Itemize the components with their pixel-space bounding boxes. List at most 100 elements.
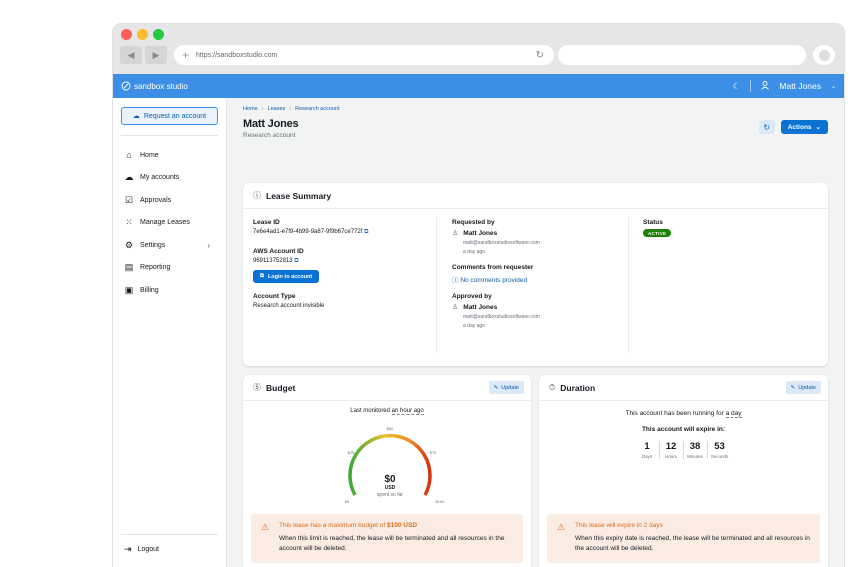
- request-account-button[interactable]: ☁ Request an account: [121, 107, 218, 125]
- login-to-account-button[interactable]: ⧉ Login to account: [253, 270, 320, 283]
- timer-days: 1 Days: [636, 441, 660, 459]
- card-title: Duration: [560, 382, 596, 393]
- breadcrumb-home[interactable]: Home: [243, 106, 258, 112]
- copy-icon[interactable]: ⧉: [294, 258, 298, 264]
- comments-label: Comments from requester: [452, 264, 534, 271]
- budget-warning-title: This lease has a maximum budget of $100 …: [279, 522, 513, 529]
- requested-by-label: Requested by: [452, 219, 495, 226]
- new-tab-icon[interactable]: +: [182, 48, 189, 62]
- aws-account-text: 969113752813: [253, 258, 293, 264]
- url-bar[interactable]: + https://sandboxstudio.com ↻: [174, 45, 554, 65]
- budget-warning-prefix: This lease has a maximum budget of: [279, 522, 386, 529]
- page-subtitle: Research account: [243, 132, 296, 139]
- approved-time: a day ago: [463, 323, 485, 329]
- close-window-button[interactable]: [121, 29, 132, 40]
- gauge-tick-label: $75: [430, 450, 437, 455]
- expire-label: This account will expire in:: [641, 426, 726, 433]
- user-icon: ♙: [452, 304, 459, 311]
- forward-button[interactable]: ▶: [145, 46, 167, 64]
- sidebar-item-billing[interactable]: ▣ Billing: [113, 279, 226, 302]
- refresh-button[interactable]: ↻: [758, 120, 775, 134]
- budget-warning-alert: ⚠ This lease has a maximum budget of $10…: [251, 514, 523, 563]
- gauge-tick-label: $50: [387, 426, 394, 431]
- breadcrumb: Home › Leases › Research account: [243, 106, 828, 112]
- sidebar-divider: [121, 135, 218, 136]
- info-icon: ⓘ: [452, 277, 459, 284]
- timer-label: Days: [641, 454, 653, 459]
- card-header: ⏱ Duration ✎ Update: [539, 375, 828, 401]
- login-label: Login to account: [267, 273, 313, 280]
- sidebar-item-manage-leases[interactable]: ⁙ Manage Leases: [113, 212, 226, 235]
- minimize-window-button[interactable]: [137, 29, 148, 40]
- sidebar-item-settings[interactable]: ⚙ Settings ›: [113, 234, 226, 257]
- timer-value: 12: [665, 441, 677, 452]
- duration-update-button[interactable]: ✎ Update: [785, 381, 821, 394]
- brand[interactable]: sandbox studio: [121, 81, 188, 91]
- budget-unit: USD: [385, 485, 396, 491]
- card-title: Budget: [266, 382, 296, 393]
- browser-search-bar[interactable]: [558, 45, 806, 65]
- requester: ♙ Matt Jones: [452, 229, 622, 238]
- home-icon: ⌂: [126, 150, 132, 161]
- billing-icon: ▣: [124, 284, 134, 295]
- actions-button[interactable]: Actions ⌄: [780, 120, 828, 134]
- duration-card: ⏱ Duration ✎ Update This account has bee…: [539, 375, 828, 567]
- sidebar-item-my-accounts[interactable]: ☁ My accounts: [113, 167, 226, 190]
- lease-id-value: 7e6e4ad1-e7f9-4b99-9a87-9f9b67ce772f ⧉: [253, 229, 433, 236]
- back-button[interactable]: ◀: [120, 46, 142, 64]
- aws-account-value: 969113752813 ⧉: [253, 258, 433, 265]
- sidebar-item-approvals[interactable]: ☑ Approvals: [113, 189, 226, 212]
- chevron-down-icon: ⌄: [815, 124, 821, 131]
- comments-value: ⓘ No comments provided: [452, 274, 622, 284]
- budget-spent-value: $0: [384, 474, 396, 485]
- edit-icon: ✎: [493, 384, 499, 391]
- duration-warning-value: in 2 days: [636, 522, 663, 529]
- forward-icon: ▶: [152, 49, 160, 60]
- update-label: Update: [501, 384, 519, 391]
- logout-button[interactable]: ⇥ Logout: [124, 544, 159, 555]
- budget-icon: Ⓢ: [253, 383, 261, 392]
- sidebar-item-home[interactable]: ⌂ Home: [113, 144, 226, 167]
- browser-menu-button[interactable]: [813, 45, 835, 65]
- menu-circle-icon: [818, 49, 830, 61]
- budget-warning-amount: $100 USD: [387, 522, 418, 529]
- user-menu[interactable]: Matt Jones: [779, 81, 821, 91]
- info-icon: ⓘ: [253, 191, 261, 200]
- comments-text: No comments provided: [460, 277, 528, 284]
- countdown-timer: 1 Days 12 Hours 38 Minutes 53 Seconds: [539, 441, 828, 459]
- grid-icon: ⁙: [125, 217, 133, 228]
- maximize-window-button[interactable]: [153, 29, 164, 40]
- lease-column-2: Requested by ♙ Matt Jones matt@sandboxst…: [452, 219, 622, 329]
- duration-warning-prefix: This lease will expire: [575, 522, 635, 529]
- sidebar-item-label: Billing: [140, 286, 159, 294]
- timer-value: 38: [689, 441, 701, 452]
- breadcrumb-separator: ›: [261, 106, 264, 112]
- approver-name: Matt Jones: [463, 303, 498, 311]
- reload-icon[interactable]: ↻: [536, 50, 544, 61]
- budget-gauge: $0 $25 $50 $75 $100 $0 USD spent so far: [345, 426, 445, 504]
- gauge-tick-label: $25: [348, 450, 355, 455]
- approver-email: matt@sandboxstudiosoftware.com: [463, 314, 540, 320]
- budget-update-button[interactable]: ✎ Update: [488, 381, 524, 394]
- breadcrumb-current[interactable]: Research account: [295, 106, 339, 112]
- lease-column-1: Lease ID 7e6e4ad1-e7f9-4b99-9a87-9f9b67c…: [253, 219, 433, 309]
- column-divider: [628, 217, 629, 353]
- account-type-label: Account Type: [253, 293, 296, 300]
- sidebar-item-reporting[interactable]: ▤ Reporting: [113, 257, 226, 280]
- gear-icon: ⚙: [124, 239, 134, 250]
- refresh-icon: ↻: [763, 122, 771, 132]
- copy-icon[interactable]: ⧉: [364, 229, 368, 235]
- user-icon[interactable]: [761, 80, 770, 92]
- account-type-value: Research account invisible: [253, 303, 325, 309]
- user-icon: ♙: [452, 230, 459, 237]
- duration-warning-title: This lease will expire in 2 days: [575, 522, 810, 529]
- sidebar-item-label: Settings: [140, 241, 166, 249]
- chevron-down-icon[interactable]: ⌄: [831, 83, 836, 90]
- warning-icon: ⚠: [261, 522, 270, 532]
- timer-minutes: 38 Minutes: [684, 441, 708, 459]
- sidebar-item-label: Reporting: [140, 264, 171, 272]
- breadcrumb-leases[interactable]: Leases: [268, 106, 286, 112]
- header-actions: ↻ Actions ⌄: [758, 120, 828, 134]
- last-monitored-value: an hour ago: [391, 408, 424, 415]
- dark-mode-icon[interactable]: ☾: [733, 81, 741, 92]
